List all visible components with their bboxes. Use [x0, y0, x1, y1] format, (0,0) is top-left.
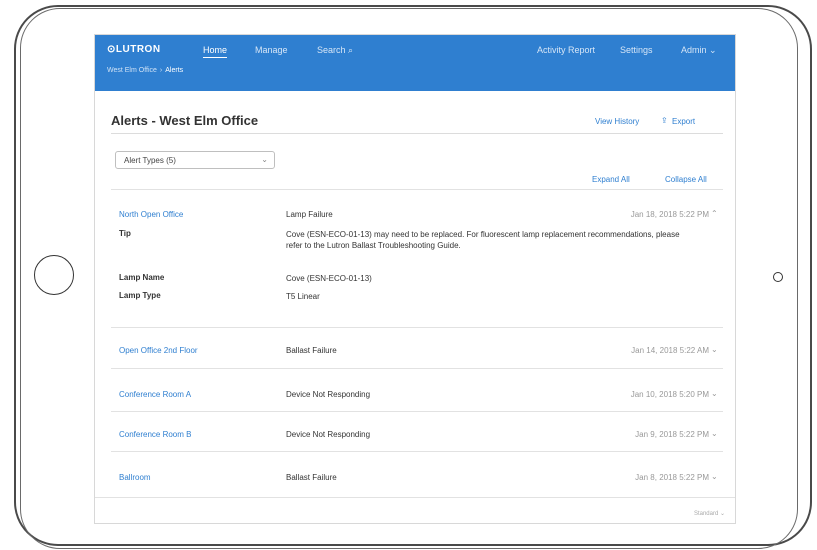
- chevron-down-icon: ⌄: [261, 155, 268, 164]
- alert-type: Device Not Responding: [286, 390, 371, 399]
- export-icon: ⇪: [661, 116, 668, 125]
- divider: [111, 411, 723, 412]
- alert-date: Jan 10, 2018 5:20 PM: [630, 390, 709, 399]
- chevron-down-icon[interactable]: ⌄: [711, 429, 718, 438]
- alert-date: Jan 18, 2018 5:22 PM: [630, 210, 709, 219]
- nav-settings[interactable]: Settings: [620, 45, 653, 55]
- title-divider: [111, 133, 723, 134]
- view-history-link[interactable]: View History: [595, 117, 639, 126]
- app-screen: ⊙LUTRON Home Manage Search ⌕ Activity Re…: [94, 34, 736, 524]
- footer-divider: [95, 497, 735, 498]
- footer-selector[interactable]: Standard ⌄: [694, 510, 725, 517]
- lamp-name-value: Cove (ESN-ECO-01-13): [286, 274, 372, 283]
- tip-label: Tip: [119, 229, 131, 238]
- divider: [111, 327, 723, 328]
- export-link[interactable]: Export: [672, 117, 695, 126]
- divider: [111, 368, 723, 369]
- alert-location[interactable]: Conference Room A: [119, 390, 191, 399]
- chevron-up-icon[interactable]: ⌃: [711, 209, 718, 218]
- alert-date: Jan 14, 2018 5:22 AM: [631, 346, 709, 355]
- nav-admin[interactable]: Admin ⌄: [681, 45, 717, 56]
- divider: [111, 451, 723, 452]
- alert-location[interactable]: North Open Office: [119, 210, 183, 219]
- alert-location[interactable]: Open Office 2nd Floor: [119, 346, 198, 355]
- nav-activity-report[interactable]: Activity Report: [537, 45, 595, 55]
- divider: [111, 189, 723, 190]
- alert-type: Ballast Failure: [286, 346, 337, 355]
- collapse-all-link[interactable]: Collapse All: [665, 175, 707, 184]
- alert-type: Ballast Failure: [286, 473, 337, 482]
- camera-icon: [773, 272, 783, 282]
- tip-text: Cove (ESN-ECO-01-13) may need to be repl…: [286, 230, 680, 250]
- nav-manage[interactable]: Manage: [255, 45, 288, 55]
- nav-search[interactable]: Search ⌕: [317, 45, 353, 56]
- lamp-type-label: Lamp Type: [119, 291, 161, 300]
- alert-location[interactable]: Ballroom: [119, 473, 151, 482]
- chevron-down-icon[interactable]: ⌄: [711, 345, 718, 354]
- breadcrumb-site[interactable]: West Elm Office: [107, 67, 157, 74]
- page-title: Alerts - West Elm Office: [111, 113, 259, 128]
- top-navigation: ⊙LUTRON Home Manage Search ⌕ Activity Re…: [95, 35, 735, 91]
- lutron-logo: ⊙LUTRON: [107, 44, 161, 55]
- lamp-type-value: T5 Linear: [286, 292, 320, 301]
- lamp-name-label: Lamp Name: [119, 273, 165, 282]
- home-button[interactable]: [34, 255, 74, 295]
- nav-home[interactable]: Home: [203, 45, 228, 58]
- alert-type: Lamp Failure: [286, 210, 333, 219]
- alert-date: Jan 9, 2018 5:22 PM: [635, 430, 709, 439]
- chevron-down-icon[interactable]: ⌄: [711, 389, 718, 398]
- alert-location[interactable]: Conference Room B: [119, 430, 191, 439]
- alert-date: Jan 8, 2018 5:22 PM: [635, 473, 709, 482]
- chevron-down-icon[interactable]: ⌄: [711, 472, 718, 481]
- breadcrumb-separator: ›: [159, 67, 163, 74]
- alert-types-value: Alert Types (5): [124, 156, 176, 165]
- expand-all-link[interactable]: Expand All: [592, 175, 630, 184]
- breadcrumb-current: Alerts: [165, 67, 184, 74]
- breadcrumb: West Elm Office › Alerts: [107, 67, 183, 74]
- alert-type: Device Not Responding: [286, 430, 371, 439]
- alert-types-dropdown[interactable]: Alert Types (5) ⌄: [115, 151, 275, 169]
